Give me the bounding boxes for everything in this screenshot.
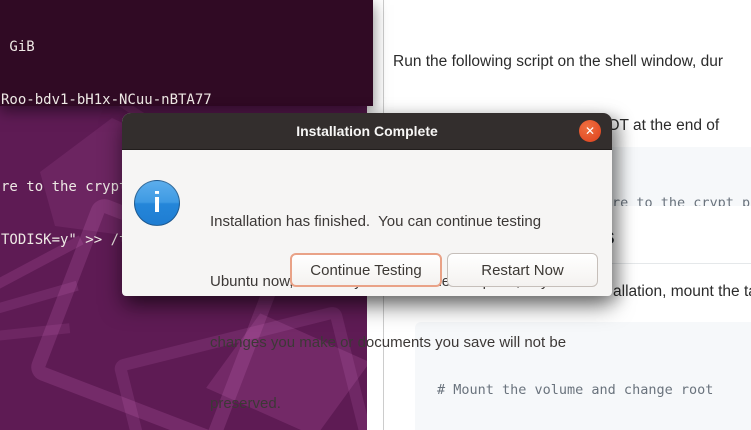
code-line: re to the crypt partition bbox=[612, 193, 751, 206]
dialog-title: Installation Complete bbox=[122, 113, 612, 149]
terminal-line: GiB bbox=[1, 39, 373, 57]
close-icon[interactable]: ✕ bbox=[579, 120, 601, 142]
info-icon: i bbox=[134, 180, 180, 226]
dialog-message: Installation has finished. You can conti… bbox=[210, 171, 566, 430]
restart-now-button[interactable]: Restart Now bbox=[447, 253, 598, 287]
dialog-message-line: changes you make or documents you save w… bbox=[210, 333, 566, 353]
code-comment: re to the crypt partition bbox=[612, 195, 751, 206]
dialog-message-line: Installation has finished. You can conti… bbox=[210, 212, 566, 232]
continue-testing-button[interactable]: Continue Testing bbox=[290, 253, 442, 287]
dialog-titlebar[interactable]: Installation Complete ✕ bbox=[122, 113, 612, 150]
terminal-window[interactable]: GiB Roo-bdv1-bH1x-NCuu-nBTA77 re to the … bbox=[0, 0, 373, 106]
doc-paragraph-fragment: allation, mount the ta bbox=[613, 280, 751, 303]
terminal-line: Roo-bdv1-bH1x-NCuu-nBTA77 bbox=[1, 92, 373, 110]
screen: Run the following script on the shell wi… bbox=[0, 0, 751, 430]
dialog-installation-complete: Installation Complete ✕ i Installation h… bbox=[122, 113, 612, 296]
dialog-message-line: preserved. bbox=[210, 394, 566, 414]
